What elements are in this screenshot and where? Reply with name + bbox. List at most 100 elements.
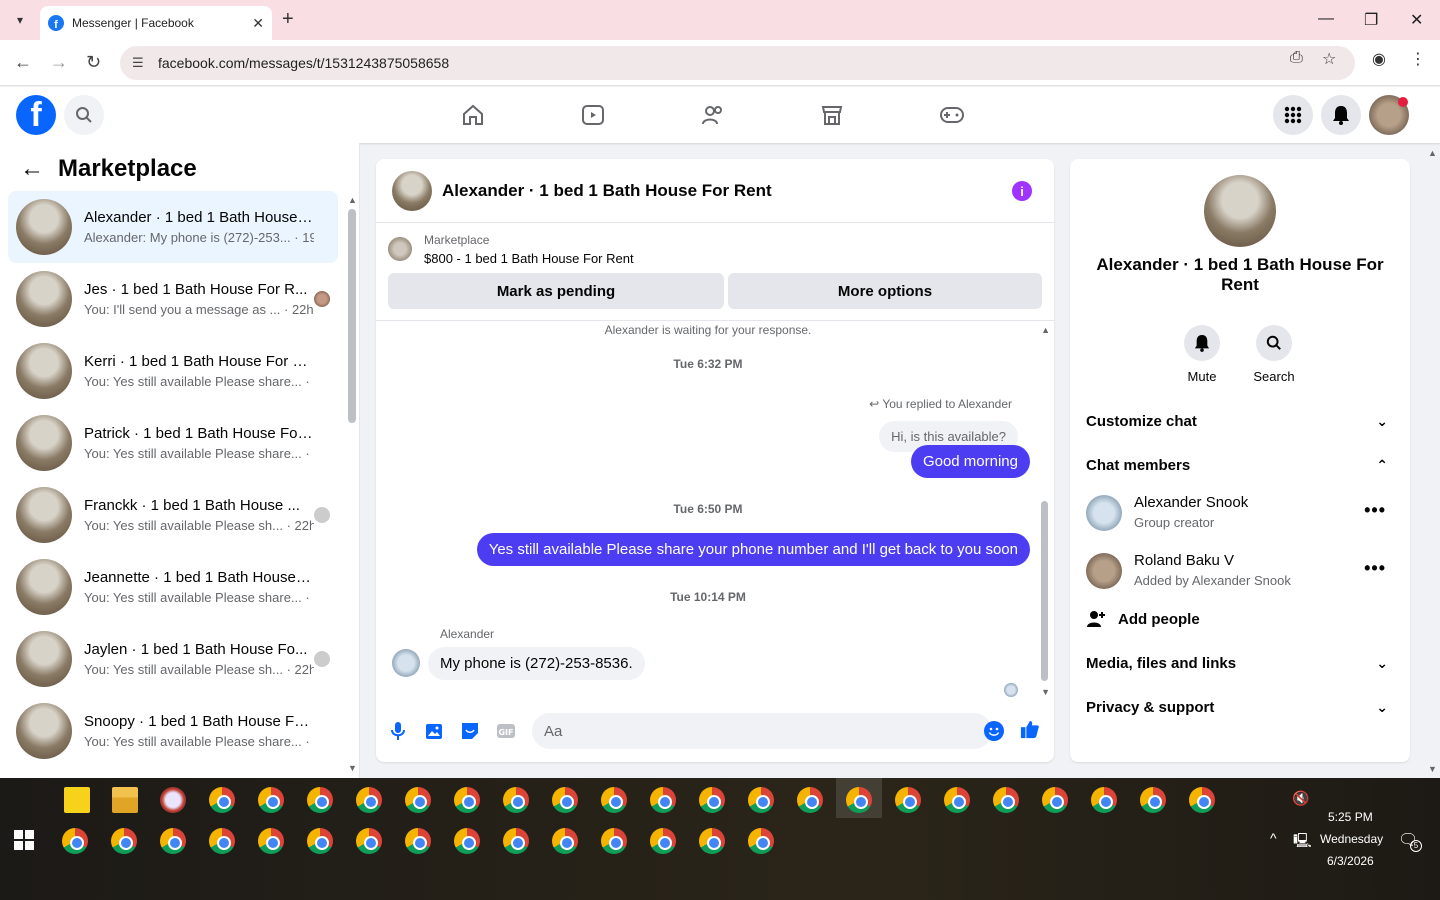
voice-clip-button[interactable] (388, 721, 408, 741)
more-options-button[interactable]: More options (728, 273, 1042, 309)
conversation-item[interactable]: Patrick · 1 bed 1 Bath House For ... You:… (8, 407, 338, 479)
chrome-icon[interactable] (307, 828, 333, 854)
notifications-button[interactable] (1321, 95, 1361, 135)
site-info-icon[interactable]: ☰ (132, 55, 144, 71)
conversation-item[interactable]: Kerri · 1 bed 1 Bath House For Re... You:… (8, 335, 338, 407)
chrome-icon[interactable] (846, 787, 872, 813)
info-icon[interactable]: i (1012, 181, 1032, 201)
address-bar[interactable]: ☰ facebook.com/messages/t/15312438750586… (120, 46, 1355, 80)
windows-start-icon[interactable] (14, 830, 34, 850)
chat-scroll-up-icon[interactable]: ▲ (1041, 325, 1050, 335)
customize-chat-row[interactable]: Customize chat ⌄ (1086, 401, 1396, 441)
media-files-row[interactable]: Media, files and links ⌄ (1086, 643, 1396, 683)
chrome-icon[interactable] (797, 787, 823, 813)
browser-menu-icon[interactable]: ⋮ (1410, 49, 1426, 69)
privacy-support-row[interactable]: Privacy & support ⌄ (1086, 687, 1396, 727)
profile-icon[interactable]: ◉ (1372, 49, 1386, 69)
network-icon[interactable]: 🖳 (1293, 830, 1312, 854)
sidebar-scrollbar[interactable] (348, 209, 356, 423)
chrome-icon[interactable] (699, 787, 725, 813)
paint-app-icon[interactable] (160, 787, 186, 813)
scroll-up-arrow-icon[interactable]: ▲ (348, 195, 357, 205)
chrome-icon[interactable] (160, 828, 186, 854)
chrome-icon[interactable] (650, 787, 676, 813)
reload-button[interactable]: ↻ (86, 52, 101, 73)
chrome-icon[interactable] (1189, 787, 1215, 813)
menu-button[interactable] (1273, 95, 1313, 135)
outgoing-message[interactable]: Good morning (910, 445, 1030, 478)
chat-avatar[interactable] (392, 170, 432, 211)
conversation-item[interactable]: Jaylen · 1 bed 1 Bath House Fo... You: Ye… (8, 623, 338, 695)
tab-search-button[interactable]: ▾ (8, 8, 32, 32)
browser-tab[interactable]: f Messenger | Facebook ✕ (40, 6, 272, 40)
chrome-icon[interactable] (944, 787, 970, 813)
chrome-icon[interactable] (454, 828, 480, 854)
chrome-icon[interactable] (1091, 787, 1117, 813)
mute-button[interactable]: Mute (1172, 325, 1232, 384)
listing-thumbnail[interactable] (388, 237, 412, 261)
gaming-nav-button[interactable] (938, 101, 966, 129)
tray-chevron-up-icon[interactable]: ^ (1270, 830, 1277, 846)
chat-scroll-down-icon[interactable]: ▼ (1041, 687, 1050, 697)
sticker-button[interactable] (460, 721, 480, 741)
chrome-icon[interactable] (503, 828, 529, 854)
chrome-icon[interactable] (650, 828, 676, 854)
chrome-icon[interactable] (748, 828, 774, 854)
chrome-icon[interactable] (601, 828, 627, 854)
chrome-icon[interactable] (209, 828, 235, 854)
chrome-icon[interactable] (258, 787, 284, 813)
chrome-icon[interactable] (258, 828, 284, 854)
chrome-icon[interactable] (111, 828, 137, 854)
facebook-search-button[interactable] (64, 95, 104, 135)
page-scroll-up-icon[interactable]: ▲ (1428, 148, 1437, 158)
conversation-item[interactable]: Franckk · 1 bed 1 Bath House ... You: Yes… (8, 479, 338, 551)
like-button[interactable] (1020, 719, 1040, 739)
tab-close-icon[interactable]: ✕ (252, 15, 264, 32)
restore-button[interactable]: ❐ (1364, 10, 1378, 30)
gif-button[interactable]: GIF (496, 721, 516, 741)
chrome-icon[interactable] (356, 828, 382, 854)
clock-time[interactable]: 5:25 PM (1328, 810, 1373, 824)
marketplace-nav-button[interactable] (818, 101, 846, 129)
mark-as-pending-button[interactable]: Mark as pending (388, 273, 724, 309)
chrome-icon[interactable] (699, 828, 725, 854)
page-scroll-down-icon[interactable]: ▼ (1428, 764, 1437, 774)
chrome-icon[interactable] (895, 787, 921, 813)
incoming-message[interactable]: My phone is (272)-253-8536. (428, 647, 645, 680)
chrome-icon[interactable] (454, 787, 480, 813)
sticky-notes-icon[interactable] (64, 787, 90, 813)
facebook-logo-icon[interactable]: f (16, 95, 56, 135)
profile-avatar[interactable] (1204, 175, 1276, 247)
search-in-conversation-button[interactable]: Search (1244, 325, 1304, 384)
chat-scrollbar[interactable] (1041, 501, 1048, 681)
chrome-icon[interactable] (307, 787, 333, 813)
chrome-icon[interactable] (356, 787, 382, 813)
chrome-icon[interactable] (993, 787, 1019, 813)
chrome-icon[interactable] (552, 828, 578, 854)
member-options-icon[interactable]: ••• (1364, 558, 1386, 579)
chrome-icon[interactable] (503, 787, 529, 813)
video-nav-button[interactable] (579, 101, 607, 129)
member-row[interactable]: Alexander Snook Group creator ••• (1086, 488, 1396, 538)
chrome-icon[interactable] (209, 787, 235, 813)
chrome-icon[interactable] (62, 828, 88, 854)
chrome-icon[interactable] (552, 787, 578, 813)
home-nav-button[interactable] (459, 101, 487, 129)
friends-nav-button[interactable] (699, 101, 727, 129)
back-arrow-icon[interactable]: ← (20, 155, 44, 183)
chat-title[interactable]: Alexander · 1 bed 1 Bath House For Rent (442, 181, 772, 201)
outgoing-message[interactable]: Yes still available Please share your ph… (476, 533, 1030, 566)
attach-photo-button[interactable] (424, 721, 444, 741)
member-row[interactable]: Roland Baku V Added by Alexander Snook •… (1086, 546, 1396, 596)
emoji-icon[interactable] (984, 721, 1004, 741)
minimize-button[interactable]: — (1318, 10, 1334, 28)
chrome-icon[interactable] (748, 787, 774, 813)
file-explorer-icon[interactable] (112, 787, 138, 813)
conversation-item[interactable]: Alexander · 1 bed 1 Bath House ... Alexan… (8, 191, 338, 263)
forward-button[interactable]: → (50, 52, 68, 73)
member-options-icon[interactable]: ••• (1364, 500, 1386, 521)
bookmark-star-icon[interactable]: ☆ (1322, 49, 1336, 69)
install-app-icon[interactable]: ⎙ (1290, 49, 1303, 67)
conversation-item[interactable]: Jes · 1 bed 1 Bath House For R... You: I'… (8, 263, 338, 335)
clock-day[interactable]: Wednesday (1320, 832, 1383, 846)
